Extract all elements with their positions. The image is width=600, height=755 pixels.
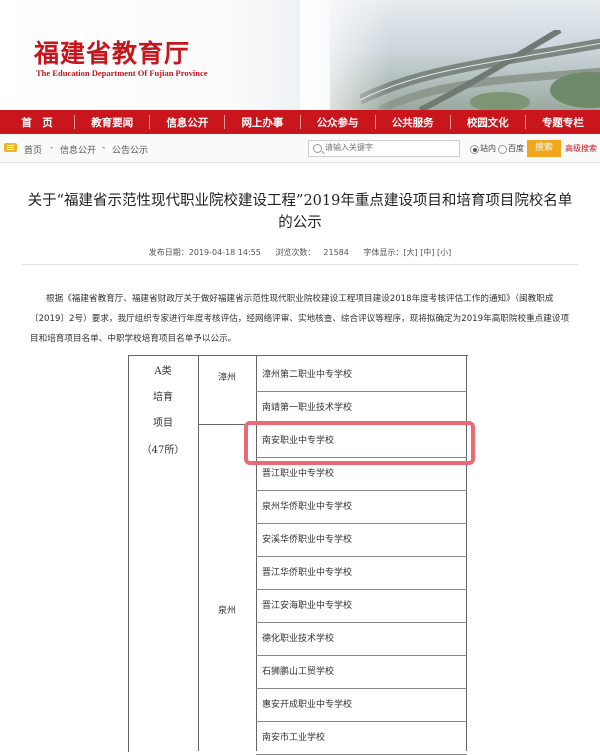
table-row: 安溪华侨职业中专学校	[256, 524, 467, 557]
site-logo-english: The Education Department Of Fujian Provi…	[36, 68, 208, 78]
nav-item-special-topics[interactable]: 专题专栏	[526, 115, 600, 130]
city-quanzhou: 泉州	[217, 606, 236, 616]
search-field[interactable]	[308, 140, 460, 157]
advanced-search-link[interactable]: 高级搜索	[565, 143, 597, 154]
nav-item-public-service[interactable]: 公共服务	[376, 115, 450, 130]
search-input[interactable]	[325, 143, 455, 152]
nav-item-news[interactable]: 教育要闻	[75, 115, 149, 130]
breadcrumb-current: 公告公示	[112, 146, 149, 156]
article-title: 关于“福建省示范性现代职业院校建设工程”2019年重点建设项目和培育项目院校名单…	[27, 193, 573, 231]
radio-site-label: 站内	[480, 144, 496, 153]
main-nav: 首 页 教育要闻 信息公开 网上办事 公众参与 公共服务 校园文化 专题专栏	[0, 110, 600, 134]
font-size-controls[interactable]: 字体显示：[大] [中] [小]	[363, 248, 451, 257]
breadcrumb-home[interactable]: 首页	[24, 143, 42, 156]
nav-item-public-participation[interactable]: 公众参与	[301, 115, 375, 130]
radio-baidu-label: 百度	[508, 144, 524, 153]
radio-baidu[interactable]	[498, 145, 507, 154]
highlight-box	[244, 421, 475, 465]
radio-site[interactable]	[470, 145, 479, 154]
nav-item-online-services[interactable]: 网上办事	[225, 115, 299, 130]
nav-item-home[interactable]: 首 页	[0, 115, 74, 130]
header-banner: 福建省教育厅 The Education Department Of Fujia…	[0, 0, 600, 110]
divider	[22, 264, 578, 265]
breadcrumb-section[interactable]: 信息公开	[60, 143, 96, 156]
publish-date: 发布日期：2019-04-18 14:55	[148, 248, 261, 257]
highway-illustration	[360, 30, 600, 110]
menu-icon	[4, 143, 17, 152]
views-label: 浏览次数： 21584	[275, 248, 349, 257]
table-row: 南安市工业学校	[256, 722, 467, 755]
breadcrumb-separator: -	[102, 143, 106, 153]
category-count: （47所）	[141, 445, 185, 456]
table-row: 泉州华侨职业中专学校	[256, 491, 467, 524]
table-row: 德化职业技术学校	[256, 623, 467, 656]
table-row: 石狮鹏山工贸学校	[256, 656, 467, 689]
category-label: 培育	[153, 392, 173, 403]
article-body: 根据《福建省教育厅、福建省财政厅关于做好福建省示范性现代职业院校建设工程项目建设…	[30, 294, 570, 344]
nav-item-campus-culture[interactable]: 校园文化	[451, 115, 525, 130]
site-logo[interactable]: 福建省教育厅	[34, 34, 190, 70]
table-row: 晋江华侨职业中专学校	[256, 557, 467, 590]
search-button[interactable]: 搜索	[527, 140, 561, 157]
category-label: 项目	[153, 418, 173, 429]
city-zhangzhou: 漳州	[217, 373, 236, 383]
nav-item-info-disclosure[interactable]: 信息公开	[150, 115, 224, 130]
search-icon	[313, 144, 322, 153]
table-row: 惠安开成职业中专学校	[256, 689, 467, 722]
view-count: 21584	[323, 248, 349, 257]
table-row: 漳州第二职业中专学校	[256, 359, 467, 392]
article-meta: 发布日期：2019-04-18 14:55 浏览次数： 21584 字体显示：[大…	[0, 247, 600, 258]
category-label: A类	[154, 366, 172, 377]
breadcrumb-separator: -	[50, 143, 54, 153]
table-column-rule	[198, 355, 199, 751]
table-row: 晋江安海职业中专学校	[256, 590, 467, 623]
